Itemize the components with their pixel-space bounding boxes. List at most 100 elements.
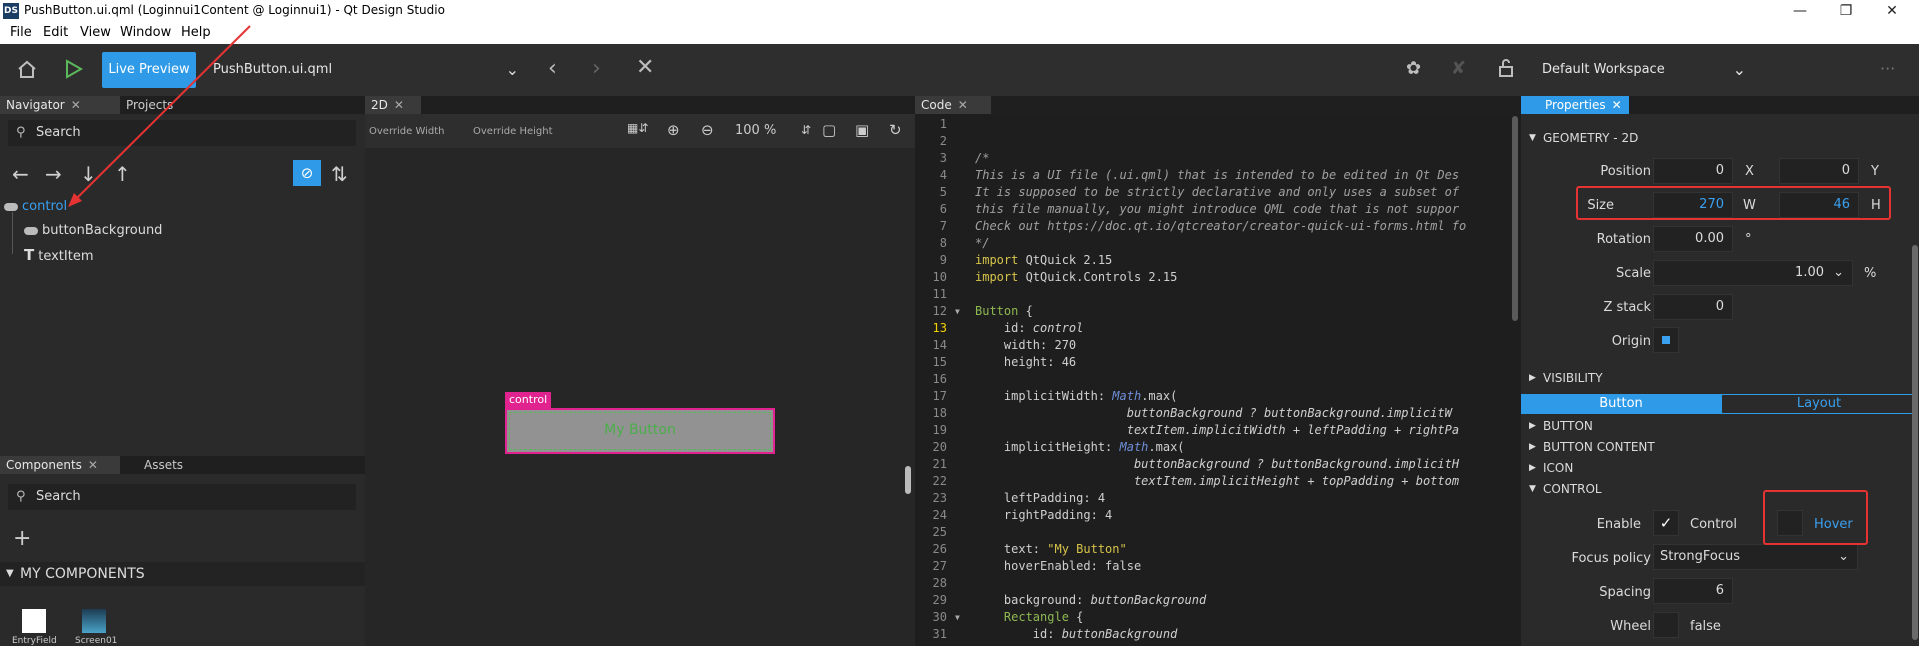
properties-panel: Properties ✕ ▼ GEOMETRY - 2D Position 0 X …: [1521, 96, 1919, 646]
menu-view[interactable]: View: [80, 25, 111, 40]
spacing-label: Spacing: [1599, 585, 1651, 600]
edit-annotations-icon[interactable]: ✘: [1451, 58, 1466, 80]
navigator-search-input[interactable]: ⚲ Search: [8, 120, 356, 146]
maximize-icon[interactable]: ❐: [1823, 1, 1869, 21]
menu-window[interactable]: Window: [120, 25, 171, 40]
file-selector-value: PushButton.ui.qml: [213, 62, 333, 77]
close-document-icon[interactable]: ✕: [636, 57, 654, 79]
close-tab-icon[interactable]: ✕: [71, 98, 81, 112]
back-icon[interactable]: ‹: [548, 58, 557, 80]
components-icon[interactable]: ✿: [1406, 58, 1421, 80]
arrow-right-icon[interactable]: →: [45, 162, 62, 186]
zoom-spin-icon[interactable]: ⇵: [801, 123, 811, 137]
close-icon[interactable]: ✕: [1869, 1, 1915, 21]
zoom-in-icon[interactable]: ⊕: [667, 121, 680, 139]
tab-components[interactable]: Components ✕: [0, 456, 120, 474]
scale-field[interactable]: 1.00 ⌄: [1653, 260, 1853, 286]
close-tab-icon[interactable]: ✕: [394, 98, 404, 112]
enable-control-checkbox[interactable]: ✓: [1653, 510, 1679, 536]
add-module-icon[interactable]: +: [13, 526, 31, 551]
snapping-icon[interactable]: ▦⇵: [627, 121, 648, 135]
tab-projects-label: Projects: [126, 98, 174, 112]
visibility-section-title: VISIBILITY: [1543, 371, 1603, 385]
filter-visibility-toggle[interactable]: ⊘: [293, 160, 321, 186]
override-height-field[interactable]: Override Height: [473, 122, 553, 142]
close-tab-icon[interactable]: ✕: [88, 458, 98, 472]
zoom-level[interactable]: 100 %: [735, 123, 776, 138]
override-width-field[interactable]: Override Width: [369, 122, 445, 142]
subtab-button[interactable]: Button: [1521, 394, 1721, 414]
tab-code[interactable]: Code ✕: [915, 96, 991, 114]
code-editor[interactable]: 1 2 3/* 4 This is a UI file (.ui.qml) tha…: [915, 116, 1521, 646]
arrow-down-icon[interactable]: ↓: [80, 162, 97, 186]
close-tab-icon[interactable]: ✕: [958, 98, 968, 112]
home-icon[interactable]: [16, 58, 38, 85]
button-preview[interactable]: My Button: [505, 408, 775, 454]
fit-selection-icon[interactable]: ▣: [855, 121, 869, 139]
window-title: PushButton.ui.qml (Loginnui1Content @ Lo…: [24, 3, 445, 17]
close-tab-icon[interactable]: ✕: [1612, 98, 1622, 112]
position-x-field[interactable]: 0: [1653, 158, 1733, 184]
file-selector[interactable]: PushButton.ui.qml ⌄: [207, 52, 527, 88]
tab-2d[interactable]: 2D ✕: [365, 96, 421, 114]
subtab-layout[interactable]: Layout: [1721, 394, 1917, 414]
code-tabbar: Code ✕: [915, 96, 1521, 114]
visibility-section[interactable]: ▶ VISIBILITY: [1521, 368, 1919, 388]
reset-view-icon[interactable]: ↻: [889, 121, 902, 139]
tab-2d-label: 2D: [371, 98, 388, 112]
design-canvas[interactable]: control My Button: [365, 148, 915, 646]
component-label: Screen01: [75, 636, 118, 646]
run-icon[interactable]: [62, 58, 84, 85]
code-scrollbar[interactable]: [1512, 116, 1518, 321]
focus-policy-select[interactable]: StrongFocus ⌄: [1653, 544, 1858, 570]
icon-section[interactable]: ▶ ICON: [1521, 458, 1919, 478]
wheel-label: Wheel: [1610, 619, 1651, 634]
wheel-checkbox[interactable]: [1653, 612, 1679, 638]
expanded-triangle-icon: ▼: [1529, 484, 1536, 494]
chevron-down-icon: ⌄: [1833, 265, 1844, 280]
origin-selector[interactable]: [1653, 327, 1679, 353]
component-label: EntryField: [12, 636, 57, 646]
menu-file[interactable]: File: [10, 25, 32, 40]
tree-item-buttonbackground[interactable]: buttonBackground: [24, 223, 162, 238]
sort-icon[interactable]: ⇅: [331, 162, 348, 186]
tab-assets[interactable]: Assets: [138, 456, 189, 474]
spacing-field[interactable]: 6: [1653, 578, 1733, 604]
minimize-icon[interactable]: —: [1777, 1, 1823, 21]
arrow-left-icon[interactable]: ←: [12, 162, 29, 186]
button-content-section-title: BUTTON CONTENT: [1543, 440, 1655, 454]
main-toolbar: Live Preview PushButton.ui.qml ⌄ ‹ › ✕ ✿…: [0, 44, 1919, 96]
my-components-section[interactable]: ▼ MY COMPONENTS: [0, 562, 365, 586]
lock-icon[interactable]: [1497, 58, 1515, 84]
more-icon[interactable]: ···: [1880, 58, 1895, 80]
x-unit: X: [1745, 164, 1754, 179]
forward-icon[interactable]: ›: [592, 58, 601, 80]
arrow-up-icon[interactable]: ↑: [114, 162, 131, 186]
my-components-title: MY COMPONENTS: [20, 566, 145, 582]
button-section[interactable]: ▶ BUTTON: [1521, 416, 1919, 436]
properties-scrollbar[interactable]: [1912, 245, 1918, 640]
button-content-section[interactable]: ▶ BUTTON CONTENT: [1521, 437, 1919, 457]
zoom-out-icon[interactable]: ⊖: [701, 121, 714, 139]
geometry-section[interactable]: ▼ GEOMETRY - 2D: [1521, 128, 1919, 148]
selection-label: control: [505, 392, 552, 408]
tree-item-control[interactable]: control: [4, 199, 67, 214]
screen01-thumbnail[interactable]: [82, 609, 106, 633]
position-y-field[interactable]: 0: [1779, 158, 1859, 184]
tab-projects[interactable]: Projects: [120, 96, 179, 114]
menu-help[interactable]: Help: [181, 25, 211, 40]
icon-section-title: ICON: [1543, 461, 1574, 475]
canvas-scrollbar[interactable]: [905, 466, 911, 494]
tab-navigator[interactable]: Navigator ✕: [0, 96, 120, 114]
rotation-field[interactable]: 0.00: [1653, 226, 1733, 252]
tab-properties[interactable]: Properties ✕: [1521, 96, 1629, 114]
menu-edit[interactable]: Edit: [43, 25, 68, 40]
tree-item-textitem[interactable]: TtextItem: [24, 246, 93, 264]
button-section-title: BUTTON: [1543, 419, 1593, 433]
entryfield-thumbnail[interactable]: [22, 609, 46, 633]
workspace-selector[interactable]: Default Workspace ⌄: [1536, 52, 1756, 88]
fit-to-view-icon[interactable]: ▢: [822, 121, 836, 139]
components-search-input[interactable]: ⚲ Search: [8, 484, 356, 510]
zstack-field[interactable]: 0: [1653, 294, 1733, 320]
live-preview-button[interactable]: Live Preview: [102, 52, 196, 88]
